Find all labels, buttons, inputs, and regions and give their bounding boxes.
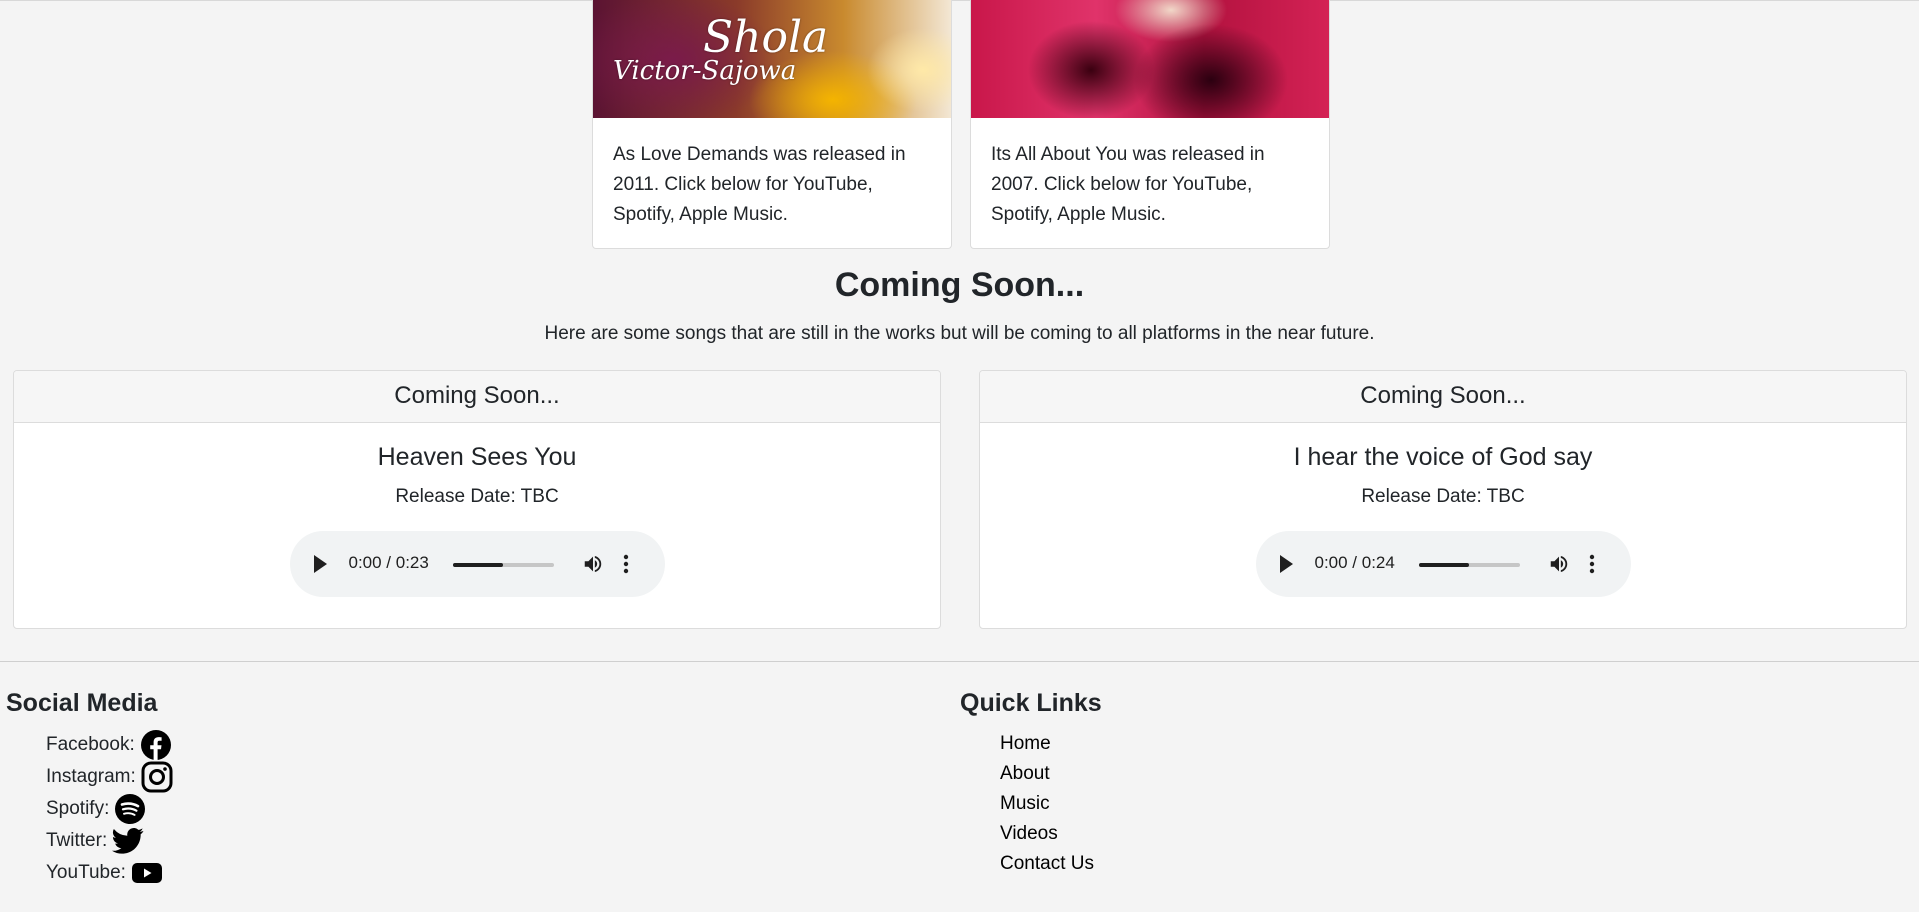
coming-soon-description: Here are some songs that are still in th… — [544, 323, 1375, 344]
quick-links-list: Home About Music Videos Contact Us — [1000, 729, 1094, 879]
social-item-youtube: YouTube: — [46, 857, 173, 889]
quick-link-videos[interactable]: Videos — [1000, 819, 1094, 849]
social-item-facebook: Facebook: — [46, 729, 173, 761]
spotify-icon[interactable] — [114, 793, 146, 825]
more-options-icon[interactable] — [622, 553, 630, 575]
album-cover-image[interactable] — [971, 0, 1329, 118]
audio-time: 0:00 / 0:23 — [348, 553, 429, 572]
social-label: Instagram: — [46, 766, 136, 787]
quick-link-home[interactable]: Home — [1000, 729, 1094, 759]
coming-soon-heading: Coming Soon... — [834, 266, 1085, 304]
song-release-date: Release Date: TBC — [395, 486, 559, 507]
audio-player[interactable]: 0:00 / 0:24 — [1255, 531, 1631, 597]
volume-slider-fill — [452, 563, 503, 567]
volume-slider[interactable] — [1418, 563, 1520, 567]
social-label: YouTube: — [46, 862, 126, 883]
quick-link-contact-us[interactable]: Contact Us — [1000, 849, 1094, 879]
album-card-as-love-demands: Shola Victor-Sajowa As Love Demands was … — [592, 0, 952, 249]
social-label: Twitter: — [46, 830, 108, 851]
audio-time: 0:00 / 0:24 — [1314, 553, 1395, 572]
song-card-i-hear-the-voice-of-god-say: Coming Soon... I hear the voice of God s… — [979, 370, 1907, 629]
quick-link-about[interactable]: About — [1000, 759, 1094, 789]
social-media-heading: Social Media — [6, 689, 158, 717]
social-label: Spotify: — [46, 798, 110, 819]
footer-divider — [0, 661, 1919, 662]
volume-icon[interactable] — [1548, 553, 1570, 575]
twitter-icon[interactable] — [112, 827, 144, 855]
song-card-heaven-sees-you: Coming Soon... Heaven Sees You Release D… — [13, 370, 941, 629]
album-description: As Love Demands was released in 2011. Cl… — [613, 144, 906, 225]
instagram-icon[interactable] — [141, 761, 173, 793]
album-cover-image[interactable]: Shola Victor-Sajowa — [593, 0, 951, 118]
song-card-header: Coming Soon... — [14, 371, 940, 423]
social-item-spotify: Spotify: — [46, 793, 173, 825]
play-icon[interactable] — [313, 555, 327, 573]
quick-links-heading: Quick Links — [960, 689, 1102, 717]
social-label: Facebook: — [46, 734, 135, 755]
album-description: Its All About You was released in 2007. … — [991, 144, 1265, 225]
volume-slider[interactable] — [452, 563, 554, 567]
audio-player[interactable]: 0:00 / 0:23 — [289, 531, 665, 597]
social-media-list: Facebook: Instagram: Spotify: Twitter: Y… — [46, 729, 173, 889]
social-item-twitter: Twitter: — [46, 825, 173, 857]
song-title: Heaven Sees You — [377, 443, 577, 471]
more-options-icon[interactable] — [1588, 553, 1596, 575]
quick-link-music[interactable]: Music — [1000, 789, 1094, 819]
album-card-its-all-about-you: Its All About You was released in 2007. … — [970, 0, 1330, 249]
volume-icon[interactable] — [582, 553, 604, 575]
album-cover-artist-surname: Victor-Sajowa — [613, 56, 797, 86]
song-card-header: Coming Soon... — [980, 371, 1906, 423]
social-item-instagram: Instagram: — [46, 761, 173, 793]
top-divider — [0, 0, 1919, 1]
song-release-date: Release Date: TBC — [1361, 486, 1525, 507]
youtube-icon[interactable] — [131, 861, 163, 885]
song-title: I hear the voice of God say — [1293, 443, 1593, 471]
play-icon[interactable] — [1279, 555, 1293, 573]
facebook-icon[interactable] — [140, 729, 172, 761]
volume-slider-fill — [1418, 563, 1469, 567]
